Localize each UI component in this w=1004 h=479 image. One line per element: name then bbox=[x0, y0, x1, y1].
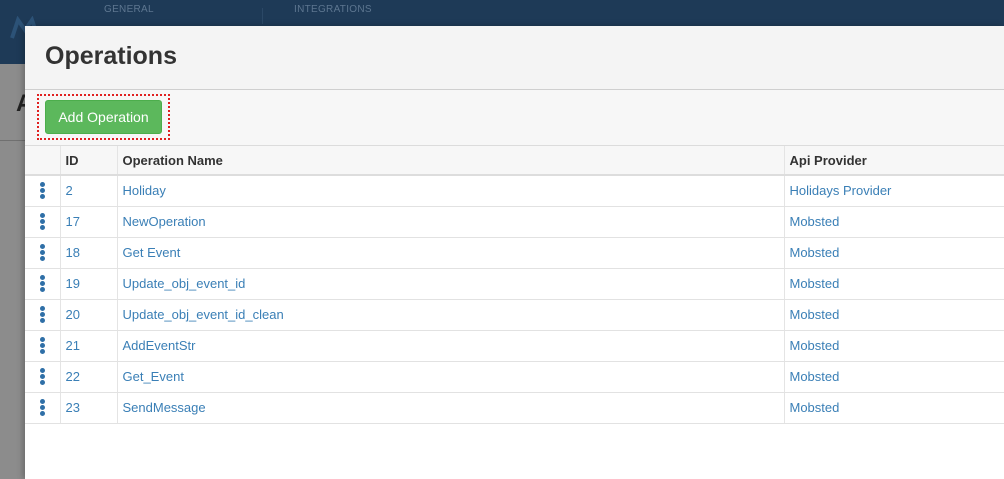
operation-name[interactable]: Update_obj_event_id_clean bbox=[116, 299, 784, 331]
table-row[interactable]: 21 AddEventStr Mobsted bbox=[25, 330, 1004, 362]
operation-id-link[interactable]: 22 bbox=[66, 369, 80, 384]
api-provider-link[interactable]: Mobsted bbox=[790, 307, 840, 322]
operation-name-link[interactable]: Get_Event bbox=[123, 369, 184, 384]
kebab-menu-icon[interactable] bbox=[39, 274, 45, 293]
operation-name[interactable]: SendMessage bbox=[116, 392, 784, 424]
row-menu-cell bbox=[25, 268, 60, 300]
operation-id[interactable]: 18 bbox=[59, 237, 117, 269]
kebab-menu-icon[interactable] bbox=[39, 243, 45, 262]
api-provider-link[interactable]: Mobsted bbox=[790, 400, 840, 415]
api-provider-link[interactable]: Mobsted bbox=[790, 276, 840, 291]
operation-id-link[interactable]: 17 bbox=[66, 214, 80, 229]
column-header-api-provider[interactable]: Api Provider bbox=[783, 146, 1004, 176]
operation-name-link[interactable]: Holiday bbox=[123, 183, 166, 198]
operation-id-link[interactable]: 18 bbox=[66, 245, 80, 260]
operation-id-link[interactable]: 23 bbox=[66, 400, 80, 415]
operations-modal: Operations Add Operation ID Operation Na… bbox=[25, 26, 1004, 479]
row-menu-cell bbox=[25, 299, 60, 331]
api-provider-link[interactable]: Mobsted bbox=[790, 214, 840, 229]
operation-id-link[interactable]: 2 bbox=[66, 183, 73, 198]
api-provider[interactable]: Mobsted bbox=[783, 330, 1004, 362]
operation-id-link[interactable]: 21 bbox=[66, 338, 80, 353]
api-provider[interactable]: Mobsted bbox=[783, 361, 1004, 393]
row-menu-cell bbox=[25, 206, 60, 238]
modal-header: Operations bbox=[25, 26, 1004, 90]
operation-name[interactable]: NewOperation bbox=[116, 206, 784, 238]
operation-name-link[interactable]: Get Event bbox=[123, 245, 181, 260]
row-menu-cell bbox=[25, 330, 60, 362]
api-provider-link[interactable]: Mobsted bbox=[790, 245, 840, 260]
row-menu-cell bbox=[25, 392, 60, 424]
kebab-menu-icon[interactable] bbox=[39, 212, 45, 231]
operation-name[interactable]: Get Event bbox=[116, 237, 784, 269]
operation-name-link[interactable]: Update_obj_event_id bbox=[123, 276, 246, 291]
table-row[interactable]: 20 Update_obj_event_id_clean Mobsted bbox=[25, 299, 1004, 331]
api-provider[interactable]: Mobsted bbox=[783, 268, 1004, 300]
column-header-menu bbox=[25, 146, 60, 176]
add-operation-button[interactable]: Add Operation bbox=[45, 100, 162, 134]
operation-id[interactable]: 19 bbox=[59, 268, 117, 300]
operation-id-link[interactable]: 20 bbox=[66, 307, 80, 322]
table-row[interactable]: 18 Get Event Mobsted bbox=[25, 237, 1004, 269]
operation-name[interactable]: AddEventStr bbox=[116, 330, 784, 362]
operation-id[interactable]: 20 bbox=[59, 299, 117, 331]
operation-name-link[interactable]: Update_obj_event_id_clean bbox=[123, 307, 284, 322]
modal-title: Operations bbox=[45, 42, 177, 70]
kebab-menu-icon[interactable] bbox=[39, 305, 45, 324]
operation-id-link[interactable]: 19 bbox=[66, 276, 80, 291]
nav-integrations[interactable]: INTEGRATIONS bbox=[294, 4, 372, 15]
nav-general[interactable]: GENERAL bbox=[104, 4, 154, 15]
operation-name-link[interactable]: SendMessage bbox=[123, 400, 206, 415]
row-menu-cell bbox=[25, 361, 60, 393]
kebab-menu-icon[interactable] bbox=[39, 398, 45, 417]
operation-name-link[interactable]: NewOperation bbox=[123, 214, 206, 229]
column-header-operation-name[interactable]: Operation Name bbox=[116, 146, 784, 176]
table-row[interactable]: 22 Get_Event Mobsted bbox=[25, 361, 1004, 393]
operation-id[interactable]: 21 bbox=[59, 330, 117, 362]
table-row[interactable]: 23 SendMessage Mobsted bbox=[25, 392, 1004, 424]
api-provider-link[interactable]: Holidays Provider bbox=[790, 183, 892, 198]
operation-id[interactable]: 17 bbox=[59, 206, 117, 238]
modal-toolbar: Add Operation bbox=[25, 90, 1004, 146]
operation-name[interactable]: Get_Event bbox=[116, 361, 784, 393]
api-provider[interactable]: Mobsted bbox=[783, 392, 1004, 424]
nav-divider bbox=[262, 8, 263, 24]
api-provider[interactable]: Holidays Provider bbox=[783, 175, 1004, 207]
operation-id[interactable]: 2 bbox=[59, 175, 117, 207]
operation-name-link[interactable]: AddEventStr bbox=[123, 338, 196, 353]
operation-id[interactable]: 22 bbox=[59, 361, 117, 393]
operation-id[interactable]: 23 bbox=[59, 392, 117, 424]
operation-name[interactable]: Update_obj_event_id bbox=[116, 268, 784, 300]
api-provider-link[interactable]: Mobsted bbox=[790, 369, 840, 384]
api-provider[interactable]: Mobsted bbox=[783, 299, 1004, 331]
operation-name[interactable]: Holiday bbox=[116, 175, 784, 207]
api-provider-link[interactable]: Mobsted bbox=[790, 338, 840, 353]
row-menu-cell bbox=[25, 237, 60, 269]
api-provider[interactable]: Mobsted bbox=[783, 237, 1004, 269]
kebab-menu-icon[interactable] bbox=[39, 367, 45, 386]
kebab-menu-icon[interactable] bbox=[39, 336, 45, 355]
row-menu-cell bbox=[25, 175, 60, 207]
table-row[interactable]: 17 NewOperation Mobsted bbox=[25, 206, 1004, 238]
operations-table: ID Operation Name Api Provider 2 Holiday H… bbox=[25, 146, 1004, 424]
table-row[interactable]: 19 Update_obj_event_id Mobsted bbox=[25, 268, 1004, 300]
table-header-row: ID Operation Name Api Provider bbox=[25, 146, 1004, 176]
background-divider bbox=[0, 140, 26, 141]
table-row[interactable]: 2 Holiday Holidays Provider bbox=[25, 175, 1004, 207]
kebab-menu-icon[interactable] bbox=[39, 181, 45, 200]
column-header-id[interactable]: ID bbox=[59, 146, 117, 176]
api-provider[interactable]: Mobsted bbox=[783, 206, 1004, 238]
